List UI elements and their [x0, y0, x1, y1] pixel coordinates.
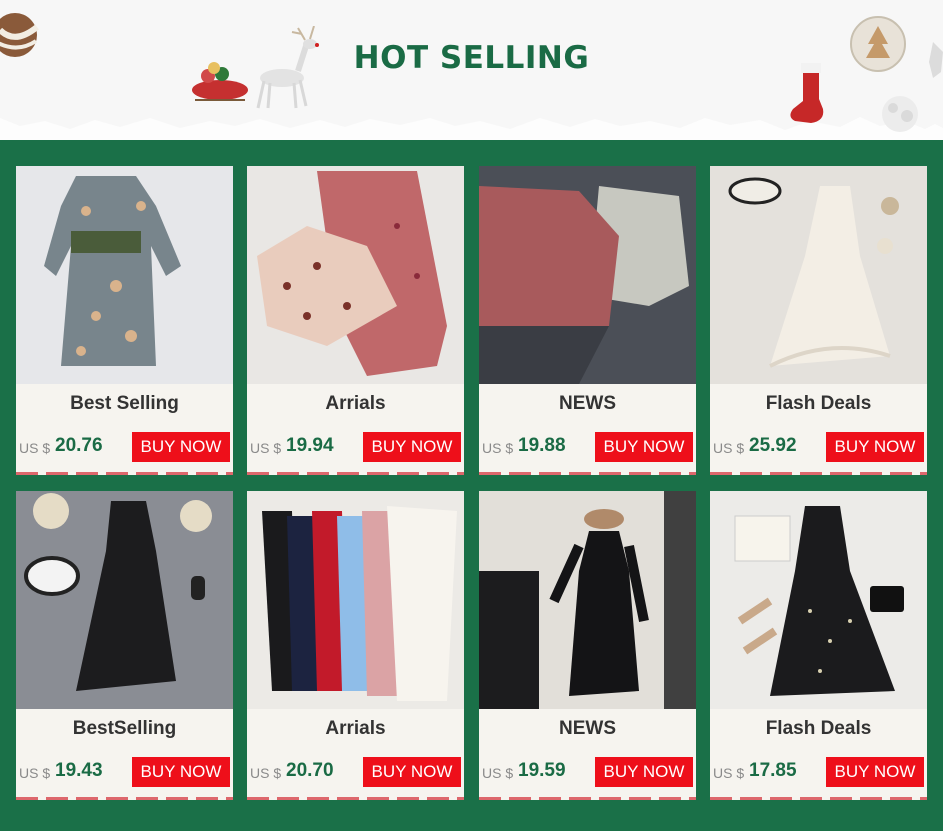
dashed-divider	[247, 472, 464, 475]
price-value: 19.43	[55, 760, 103, 781]
ornament-icon	[0, 13, 39, 57]
buy-now-button[interactable]: BUY NOW	[132, 757, 230, 787]
currency-label: US $	[713, 765, 745, 781]
currency-label: US $	[250, 440, 282, 456]
buy-now-button[interactable]: BUY NOW	[132, 432, 230, 462]
price-value: 20.76	[55, 435, 103, 456]
currency-label: US $	[713, 440, 745, 456]
product-title: Flash Deals	[765, 718, 872, 739]
product-image[interactable]	[16, 166, 233, 384]
buy-now-button[interactable]: BUY NOW	[363, 432, 461, 462]
product-title: NEWS	[559, 718, 616, 739]
dashed-divider	[16, 472, 233, 475]
product-image[interactable]	[247, 491, 464, 709]
price-value: 19.88	[518, 435, 566, 456]
product-image[interactable]	[247, 166, 464, 384]
price-row: US $ 19.88 BUY NOW	[482, 432, 693, 462]
dashed-divider	[710, 797, 927, 800]
product-image[interactable]	[710, 166, 927, 384]
product-image[interactable]	[479, 166, 696, 384]
dress-image	[247, 166, 464, 384]
price-value: 25.92	[749, 435, 797, 456]
stocking-icon	[790, 63, 824, 123]
price-row: US $ 19.59 BUY NOW	[482, 757, 693, 787]
dashed-divider	[479, 797, 696, 800]
buy-now-button[interactable]: BUY NOW	[595, 757, 693, 787]
price-value: 19.59	[518, 760, 566, 781]
price-value: 19.94	[286, 435, 334, 456]
currency-label: US $	[250, 765, 282, 781]
dress-image	[479, 491, 696, 709]
price-row: US $ 25.92 BUY NOW	[713, 432, 924, 462]
dress-image	[710, 491, 927, 709]
price-value: 20.70	[286, 760, 334, 781]
currency-label: US $	[482, 765, 514, 781]
price-row: US $ 19.94 BUY NOW	[250, 432, 461, 462]
dress-image	[16, 166, 233, 384]
buy-now-button[interactable]: BUY NOW	[826, 757, 924, 787]
product-image[interactable]	[479, 491, 696, 709]
currency-label: US $	[482, 440, 514, 456]
dress-image	[710, 166, 927, 384]
product-card[interactable]: BestSelling US $ 19.43 BUY NOW	[16, 491, 233, 800]
dress-image	[16, 491, 233, 709]
price-value: 17.85	[749, 760, 797, 781]
dashed-divider	[710, 472, 927, 475]
product-card[interactable]: Arrials US $ 19.94 BUY NOW	[247, 166, 464, 475]
product-image[interactable]	[710, 491, 927, 709]
product-grid: Best Selling US $ 20.76 BUY NOW Arrials …	[16, 166, 927, 800]
product-title: Arrials	[325, 718, 386, 739]
product-card[interactable]: Arrials US $ 20.70 BUY NOW	[247, 491, 464, 800]
product-title: Flash Deals	[765, 393, 872, 414]
product-card[interactable]: NEWS US $ 19.59 BUY NOW	[479, 491, 696, 800]
dashed-divider	[479, 472, 696, 475]
gift-ornaments-icon	[850, 16, 943, 132]
price-row: US $ 17.85 BUY NOW	[713, 757, 924, 787]
currency-label: US $	[19, 765, 51, 781]
dashed-divider	[16, 797, 233, 800]
reindeer-sleigh-icon	[192, 26, 319, 109]
product-card[interactable]: Flash Deals US $ 25.92 BUY NOW	[710, 166, 927, 475]
product-image[interactable]	[16, 491, 233, 709]
product-title: NEWS	[559, 393, 616, 414]
dress-image	[247, 491, 464, 709]
buy-now-button[interactable]: BUY NOW	[363, 757, 461, 787]
price-row: US $ 20.76 BUY NOW	[19, 432, 230, 462]
product-card[interactable]: NEWS US $ 19.88 BUY NOW	[479, 166, 696, 475]
product-title: BestSelling	[72, 718, 177, 739]
dashed-divider	[247, 797, 464, 800]
header-banner: HOT SELLING	[0, 0, 943, 140]
dress-image	[479, 166, 696, 384]
currency-label: US $	[19, 440, 51, 456]
buy-now-button[interactable]: BUY NOW	[595, 432, 693, 462]
product-title: Best Selling	[70, 393, 179, 414]
price-row: US $ 20.70 BUY NOW	[250, 757, 461, 787]
product-card[interactable]: Flash Deals US $ 17.85 BUY NOW	[710, 491, 927, 800]
product-title: Arrials	[325, 393, 386, 414]
buy-now-button[interactable]: BUY NOW	[826, 432, 924, 462]
product-card[interactable]: Best Selling US $ 20.76 BUY NOW	[16, 166, 233, 475]
price-row: US $ 19.43 BUY NOW	[19, 757, 230, 787]
